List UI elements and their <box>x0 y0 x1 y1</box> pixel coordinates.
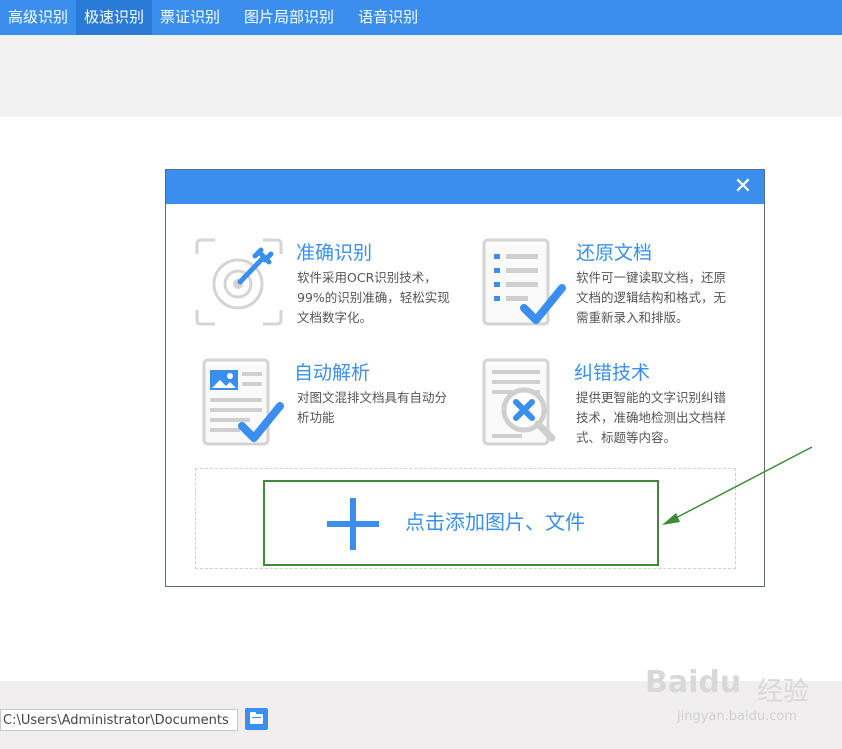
tab-fast-recognition[interactable]: 极速识别 <box>76 0 153 35</box>
feature-title: 纠错技术 <box>574 362 651 384</box>
tab-advanced-recognition[interactable]: 高级识别 <box>0 0 76 35</box>
feature-accurate-recognition: 准确识别 软件采用OCR识别技术，99%的识别准确，轻松实现文档数字化。 <box>195 238 465 338</box>
feature-description: 提供更智能的文字识别纠错技术，准确地检测出文档样式、标题等内容。 <box>576 390 727 445</box>
toolbar-area <box>0 35 842 117</box>
top-tab-bar: 高级识别 极速识别 票证识别 图片局部识别 语音识别 <box>0 0 842 35</box>
tab-image-region-recognition[interactable]: 图片局部识别 <box>236 0 342 35</box>
watermark: Baidu 经验 jingyan.baidu.com <box>645 665 825 735</box>
folder-icon <box>250 712 263 724</box>
magnifier-x-icon <box>482 358 556 446</box>
document-check-icon <box>482 238 566 326</box>
feature-title: 自动解析 <box>294 362 371 384</box>
add-button-label: 点击添加图片、文件 <box>405 510 585 534</box>
feature-description: 软件可一键读取文档，还原文档的逻辑结构和格式，无需重新录入和排版。 <box>576 270 727 325</box>
tab-ticket-recognition[interactable]: 票证识别 <box>152 0 228 35</box>
feature-error-correction: 纠错技术 提供更智能的文字识别纠错技术，准确地检测出文档样式、标题等内容。 <box>482 358 752 458</box>
tab-voice-recognition[interactable]: 语音识别 <box>350 0 426 35</box>
watermark-url: jingyan.baidu.com <box>677 709 797 724</box>
feature-restore-document: 还原文档 软件可一键读取文档，还原文档的逻辑结构和格式，无需重新录入和排版。 <box>482 238 752 338</box>
add-file-dialog: ✕ 准确识别 软件采用OCR识别技术，99%的识别准确，轻松实现文档数字化。 还… <box>165 169 765 587</box>
image-document-icon <box>202 358 284 446</box>
feature-title: 准确识别 <box>296 242 373 264</box>
watermark-logo: Baidu <box>645 665 742 700</box>
feature-title: 还原文档 <box>576 242 653 264</box>
close-icon[interactable]: ✕ <box>732 176 754 198</box>
output-path-field[interactable] <box>0 709 238 731</box>
add-image-file-button[interactable]: 点击添加图片、文件 <box>263 480 659 566</box>
watermark-text: 经验 <box>757 677 810 707</box>
feature-description: 软件采用OCR识别技术，99%的识别准确，轻松实现文档数字化。 <box>297 270 450 325</box>
plus-icon <box>327 498 379 550</box>
feature-description: 对图文混排文档具有自动分析功能 <box>297 390 448 425</box>
target-icon <box>195 238 283 326</box>
dialog-header: ✕ <box>166 170 764 204</box>
browse-folder-button[interactable] <box>245 708 268 730</box>
feature-auto-parsing: 自动解析 对图文混排文档具有自动分析功能 <box>202 358 472 458</box>
